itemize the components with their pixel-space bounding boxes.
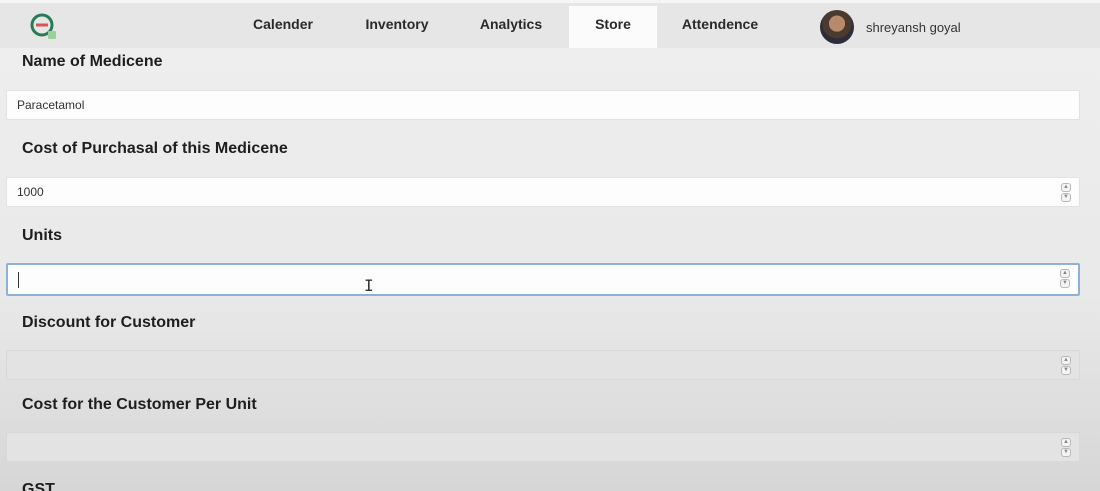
ibeam-cursor-icon: I <box>364 276 374 295</box>
units-stepper[interactable]: ▲ ▼ <box>1060 269 1070 289</box>
units-label: Units <box>22 227 62 244</box>
top-nav-bar: Calender Inventory Analytics Store Atten… <box>0 0 1100 48</box>
tab-store[interactable]: Store <box>569 6 657 48</box>
stepper-up-icon[interactable]: ▲ <box>1061 438 1071 447</box>
medicine-name-value: Paracetamol <box>17 98 85 112</box>
customer-cost-input[interactable]: ▲ ▼ <box>6 432 1080 462</box>
customer-cost-label: Cost for the Customer Per Unit <box>22 396 257 413</box>
stepper-down-icon[interactable]: ▼ <box>1060 279 1070 288</box>
purchase-cost-label: Cost of Purchasal of this Medicene <box>22 140 288 157</box>
tab-attendence[interactable]: Attendence <box>670 6 770 48</box>
user-avatar[interactable] <box>820 10 854 44</box>
tab-inventory[interactable]: Inventory <box>352 6 442 48</box>
stepper-up-icon[interactable]: ▲ <box>1061 356 1071 365</box>
customer-cost-stepper[interactable]: ▲ ▼ <box>1061 438 1071 458</box>
text-caret <box>18 272 19 288</box>
user-profile[interactable]: shreyansh goyal <box>820 10 961 44</box>
gst-label: GST <box>22 481 55 491</box>
user-name: shreyansh goyal <box>866 19 961 35</box>
discount-label: Discount for Customer <box>22 314 196 331</box>
tab-analytics[interactable]: Analytics <box>466 6 556 48</box>
medicine-name-label: Name of Medicene <box>22 53 163 70</box>
stepper-up-icon[interactable]: ▲ <box>1061 183 1071 192</box>
stepper-down-icon[interactable]: ▼ <box>1061 448 1071 457</box>
purchase-cost-stepper[interactable]: ▲ ▼ <box>1061 183 1071 203</box>
stepper-down-icon[interactable]: ▼ <box>1061 366 1071 375</box>
app-window: Calender Inventory Analytics Store Atten… <box>0 0 1100 491</box>
tab-calender[interactable]: Calender <box>238 6 328 48</box>
top-edge <box>0 0 1100 3</box>
discount-stepper[interactable]: ▲ ▼ <box>1061 356 1071 376</box>
stepper-up-icon[interactable]: ▲ <box>1060 269 1070 278</box>
purchase-cost-value: 1000 <box>17 185 44 199</box>
purchase-cost-input[interactable]: 1000 ▲ ▼ <box>6 177 1080 207</box>
stepper-down-icon[interactable]: ▼ <box>1061 193 1071 202</box>
discount-input[interactable]: ▲ ▼ <box>6 350 1080 380</box>
pharmacy-logo-icon[interactable] <box>30 13 58 41</box>
medicine-name-input[interactable]: Paracetamol <box>6 90 1080 120</box>
units-input[interactable]: ▲ ▼ <box>6 263 1080 296</box>
